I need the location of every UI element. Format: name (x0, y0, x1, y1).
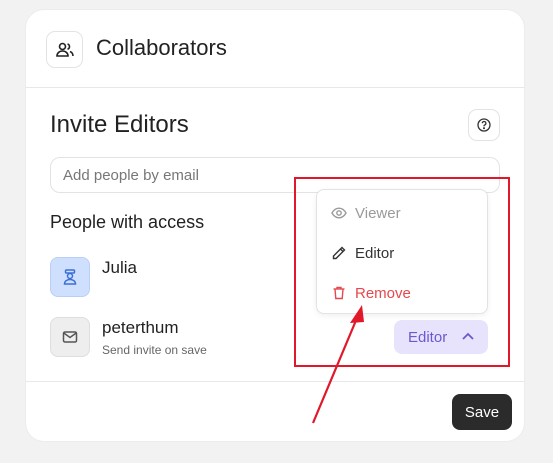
annotation-arrow (311, 305, 364, 424)
